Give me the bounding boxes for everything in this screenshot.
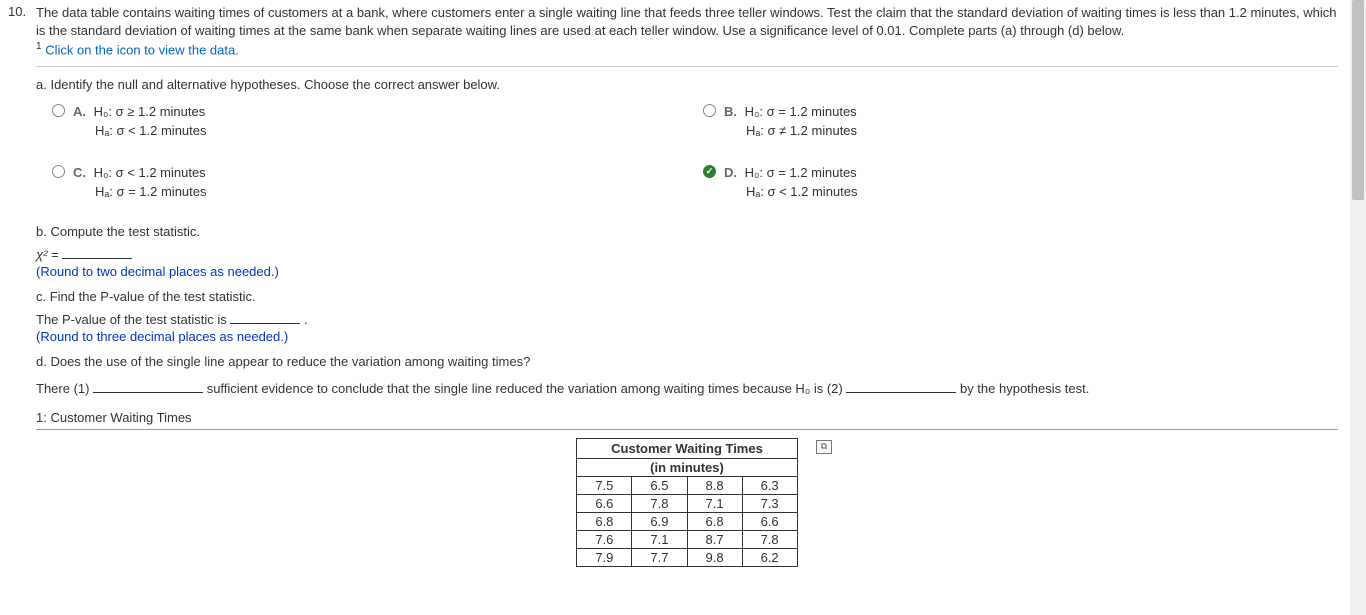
table-cell: 7.8 xyxy=(742,530,797,548)
part-c: c. Find the P-value of the test statisti… xyxy=(36,289,1338,344)
option-d-line2: Hₐ: σ < 1.2 minutes xyxy=(746,182,858,202)
table-cell: 6.9 xyxy=(632,512,687,530)
radio-icon[interactable] xyxy=(52,165,65,178)
data-divider xyxy=(36,429,1338,430)
part-a-label: a. Identify the null and alternative hyp… xyxy=(36,77,1338,92)
pvalue-pre: The P-value of the test statistic is xyxy=(36,312,230,327)
scrollbar-thumb[interactable] xyxy=(1352,0,1364,200)
table-subheader: (in minutes) xyxy=(577,458,797,476)
option-c-line1: H₀: σ < 1.2 minutes xyxy=(94,165,206,180)
part-c-label: c. Find the P-value of the test statisti… xyxy=(36,289,1338,304)
table-cell: 7.3 xyxy=(742,494,797,512)
part-b: b. Compute the test statistic. χ² = (Rou… xyxy=(36,224,1338,279)
option-c[interactable]: C. H₀: σ < 1.2 minutes Hₐ: σ = 1.2 minut… xyxy=(36,163,687,202)
table-cell: 7.1 xyxy=(687,494,742,512)
option-a-line2: Hₐ: σ < 1.2 minutes xyxy=(95,121,207,141)
part-d: d. Does the use of the single line appea… xyxy=(36,354,1338,396)
radio-icon[interactable] xyxy=(703,104,716,117)
table-header: Customer Waiting Times xyxy=(577,438,797,458)
waiting-times-table: Customer Waiting Times (in minutes) 7.56… xyxy=(576,438,797,567)
radio-icon-checked[interactable] xyxy=(703,165,716,178)
intro-paragraph: The data table contains waiting times of… xyxy=(36,4,1338,60)
table-cell: 6.8 xyxy=(577,512,632,530)
pvalue-post: . xyxy=(304,312,308,327)
data-section-title: 1: Customer Waiting Times xyxy=(36,410,1338,425)
table-cell: 7.7 xyxy=(632,548,687,566)
chi-input-blank[interactable] xyxy=(62,258,132,259)
table-row: 6.67.87.17.3 xyxy=(577,494,797,512)
table-row: 7.56.58.86.3 xyxy=(577,476,797,494)
vertical-scrollbar[interactable] xyxy=(1350,0,1366,615)
radio-icon[interactable] xyxy=(52,104,65,117)
table-cell: 9.8 xyxy=(687,548,742,566)
footnote-marker: 1 xyxy=(36,41,42,52)
conclusion-mid: sufficient evidence to conclude that the… xyxy=(207,381,847,396)
conclusion-pre: There (1) xyxy=(36,381,93,396)
copy-icon[interactable]: ⧉ xyxy=(816,440,832,454)
conclusion-post: by the hypothesis test. xyxy=(960,381,1089,396)
table-row: 7.97.79.86.2 xyxy=(577,548,797,566)
table-cell: 6.2 xyxy=(742,548,797,566)
table-cell: 6.5 xyxy=(632,476,687,494)
rounding-hint-3dp: (Round to three decimal places as needed… xyxy=(36,329,1338,344)
table-cell: 8.8 xyxy=(687,476,742,494)
option-b-line2: Hₐ: σ ≠ 1.2 minutes xyxy=(746,121,857,141)
conclusion-blank-2[interactable] xyxy=(846,392,956,393)
table-cell: 6.3 xyxy=(742,476,797,494)
option-letter: B. xyxy=(724,104,737,119)
question-content: The data table contains waiting times of… xyxy=(36,4,1358,567)
table-cell: 7.1 xyxy=(632,530,687,548)
divider xyxy=(36,66,1338,67)
table-cell: 7.5 xyxy=(577,476,632,494)
chi-squared-label: χ² = xyxy=(36,247,62,262)
table-cell: 6.6 xyxy=(577,494,632,512)
table-row: 7.67.18.77.8 xyxy=(577,530,797,548)
pvalue-input-blank[interactable] xyxy=(230,323,300,324)
option-b[interactable]: B. H₀: σ = 1.2 minutes Hₐ: σ ≠ 1.2 minut… xyxy=(687,102,1338,141)
intro-text: The data table contains waiting times of… xyxy=(36,5,1336,38)
option-d[interactable]: D. H₀: σ = 1.2 minutes Hₐ: σ < 1.2 minut… xyxy=(687,163,1338,202)
table-cell: 7.6 xyxy=(577,530,632,548)
part-d-label: d. Does the use of the single line appea… xyxy=(36,354,1338,369)
table-cell: 8.7 xyxy=(687,530,742,548)
options-row-1: A. H₀: σ ≥ 1.2 minutes Hₐ: σ < 1.2 minut… xyxy=(36,102,1338,149)
option-d-line1: H₀: σ = 1.2 minutes xyxy=(745,165,857,180)
table-cell: 7.9 xyxy=(577,548,632,566)
option-letter: D. xyxy=(724,165,737,180)
option-letter: C. xyxy=(73,165,86,180)
part-b-label: b. Compute the test statistic. xyxy=(36,224,1338,239)
option-b-line1: H₀: σ = 1.2 minutes xyxy=(745,104,857,119)
table-cell: 7.8 xyxy=(632,494,687,512)
options-row-2: C. H₀: σ < 1.2 minutes Hₐ: σ = 1.2 minut… xyxy=(36,163,1338,210)
table-cell: 6.6 xyxy=(742,512,797,530)
conclusion-blank-1[interactable] xyxy=(93,392,203,393)
question-number: 10. xyxy=(8,4,36,567)
table-cell: 6.8 xyxy=(687,512,742,530)
table-row: 6.86.96.86.6 xyxy=(577,512,797,530)
rounding-hint-2dp: (Round to two decimal places as needed.) xyxy=(36,264,1338,279)
data-table-container: ⧉ Customer Waiting Times (in minutes) 7.… xyxy=(36,438,1338,567)
option-a[interactable]: A. H₀: σ ≥ 1.2 minutes Hₐ: σ < 1.2 minut… xyxy=(36,102,687,141)
view-data-link[interactable]: Click on the icon to view the data. xyxy=(45,43,239,58)
option-c-line2: Hₐ: σ = 1.2 minutes xyxy=(95,182,207,202)
option-letter: A. xyxy=(73,104,86,119)
option-a-line1: H₀: σ ≥ 1.2 minutes xyxy=(94,104,206,119)
